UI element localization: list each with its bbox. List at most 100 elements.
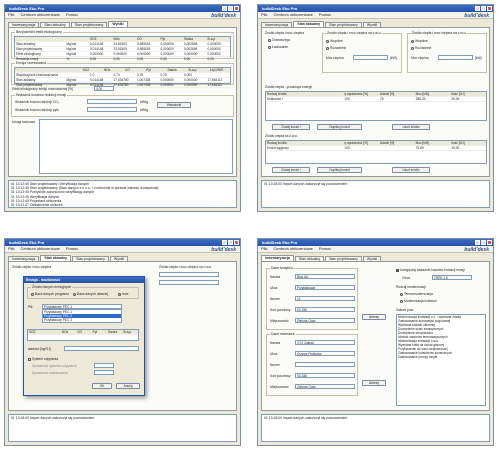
checkbox-icon[interactable]: [28, 357, 31, 361]
dust-system-checkbox[interactable]: System odpylania: [28, 357, 58, 361]
addresses-button[interactable]: Adresy: [362, 380, 386, 386]
radio-other[interactable]: Inne: [118, 292, 128, 296]
delete-source-button[interactable]: Usuń źródło: [392, 167, 430, 173]
indicators-button[interactable]: Wskaźniki: [157, 102, 191, 108]
menu-item[interactable]: Pomoc: [66, 12, 78, 17]
minimize-icon[interactable]: [475, 6, 480, 11]
radio-icon[interactable]: [411, 46, 414, 50]
add-boiler-button[interactable]: Dodaj kocioł i: [272, 124, 310, 130]
cost-checkbox[interactable]: Uwzględnij wskaźnik kosztów redukcji emi…: [396, 268, 465, 272]
menu-item[interactable]: Plik: [8, 12, 14, 17]
dialog-title: Emisja - możliwości: [24, 277, 144, 283]
menu-item[interactable]: Centrum obliczeniowe: [273, 246, 312, 251]
delete-source-button[interactable]: Usuń źródło: [392, 124, 430, 130]
radio-shared[interactable]: Wspólne: [326, 39, 343, 43]
menu-item[interactable]: Pomoc: [66, 246, 78, 251]
header-cell: NOx: [113, 37, 120, 41]
field-input[interactable]: Krzywa Podkowa: [295, 351, 355, 356]
table-row[interactable]: Kotłownia i 100 75 356,25 25,00: [266, 97, 486, 102]
menu-item[interactable]: Centrum obliczeniowe: [20, 246, 59, 251]
maximize-icon[interactable]: [481, 240, 486, 245]
menu-item[interactable]: Centrum obliczeniowe: [20, 12, 59, 17]
menu-item[interactable]: Centrum obliczeniowe: [273, 12, 312, 17]
radio-shared[interactable]: Wspólne: [411, 39, 428, 43]
minimize-icon[interactable]: [475, 240, 480, 245]
minimize-icon[interactable]: [222, 240, 227, 245]
radio-icon[interactable]: [268, 45, 271, 49]
radio-separate[interactable]: Rozdzielne: [411, 46, 431, 50]
maximize-icon[interactable]: [228, 240, 233, 245]
table-row[interactable]: Kocioł węglowy 100 75,89 15,00: [266, 146, 486, 151]
radio-icon[interactable]: [73, 292, 76, 296]
bg-field[interactable]: [159, 272, 219, 277]
list-item[interactable]: Przykładowy PEC 3: [43, 318, 121, 322]
table-cell: 0,000000: [160, 42, 174, 46]
menu-item[interactable]: Pomoc: [319, 12, 331, 17]
close-icon[interactable]: [487, 6, 492, 11]
close-icon[interactable]: [234, 240, 239, 245]
bg-field[interactable]: [159, 280, 219, 285]
radio-thermo[interactable]: Termomodernizacja: [400, 292, 433, 296]
header-cell: η-sprawność [%]: [344, 92, 368, 96]
radio-icon[interactable]: [411, 39, 414, 43]
table-cell: 75: [379, 97, 384, 101]
radio-program-db[interactable]: Baza danych programu: [31, 292, 69, 296]
notes-label: Uwagi końcowe: [12, 120, 36, 124]
close-icon[interactable]: [487, 240, 492, 245]
field-input[interactable]: [295, 362, 355, 367]
radio-separate[interactable]: Rozdzielne: [326, 46, 346, 50]
menu-item[interactable]: Plik: [8, 246, 14, 251]
field-input[interactable]: 00-336: [295, 373, 355, 378]
radio-icon[interactable]: [326, 46, 329, 50]
radio-boiler[interactable]: Modernizacja kotłowni: [400, 299, 436, 303]
menu-item[interactable]: Plik: [261, 246, 267, 251]
logo: build’desk: [211, 247, 236, 253]
source-option[interactable]: Grzewczego: [268, 38, 290, 42]
table-cell: 0,000000: [184, 83, 198, 87]
field-input[interactable]: 12: [295, 296, 355, 301]
checkbox-icon[interactable]: [396, 268, 399, 272]
addresses-button[interactable]: Adresy: [362, 314, 386, 320]
menu-item[interactable]: Pomoc: [319, 246, 331, 251]
radio-icon[interactable]: [268, 38, 271, 42]
power-field[interactable]: [353, 55, 388, 60]
value-field[interactable]: [64, 346, 139, 351]
eff-value-field[interactable]: 0,00: [94, 86, 114, 91]
eff-label: Efekt ekologiczny emisji równoważnej [%]: [12, 87, 73, 91]
maximize-icon[interactable]: [481, 6, 486, 11]
co2-cost-field[interactable]: [87, 99, 137, 104]
duplicate-boiler-button[interactable]: Duplikuj kocioł: [317, 124, 362, 130]
source-option[interactable]: Ładowanie: [268, 45, 288, 49]
radio-icon[interactable]: [326, 39, 329, 43]
radio-icon[interactable]: [118, 292, 121, 296]
desulf-field[interactable]: [94, 370, 114, 375]
duplicate-boiler-button[interactable]: Duplikuj kocioł: [317, 167, 362, 173]
scope-list[interactable]: Modernizacja instalacji c.o. / wymiana ź…: [396, 314, 486, 406]
minimize-icon[interactable]: [222, 6, 227, 11]
field-input[interactable]: 00-336: [295, 307, 355, 312]
ok-button[interactable]: OK: [92, 383, 112, 389]
field-input[interactable]: Przykładowa: [295, 285, 355, 290]
current-state-panel: Źródło ciepła i moc cieplna Grzewczego Ł…: [261, 27, 490, 177]
field-input[interactable]: Blok 8A: [295, 274, 355, 279]
table-row[interactable]: Redukcja emisji% 0,00 0,00 0,00 0,00 0,00 0,00: [15, 57, 230, 62]
price-field[interactable]: TREE.1.5: [432, 275, 472, 280]
pec-dropdown-list[interactable]: Przykładowy PEC 1 Przykładowy PEC 2 Przy…: [42, 309, 122, 323]
add-boiler-button[interactable]: Dodaj kocioł i: [272, 167, 310, 173]
radio-icon[interactable]: [400, 292, 403, 296]
field-input[interactable]: XYZ Zakład: [295, 340, 355, 345]
dust-cost-field[interactable]: [87, 107, 137, 112]
field-input[interactable]: Zielona Góra: [295, 384, 355, 389]
close-icon[interactable]: [234, 6, 239, 11]
eff-field[interactable]: [94, 363, 114, 368]
radio-icon[interactable]: [400, 299, 403, 303]
cancel-button[interactable]: Anuluj: [116, 383, 140, 389]
field-input[interactable]: Zielona Góra: [295, 318, 355, 323]
radio-own-db[interactable]: Baza danych własnej: [73, 292, 108, 296]
menu-item[interactable]: Plik: [261, 12, 267, 17]
radio-icon[interactable]: [31, 292, 34, 296]
power-field[interactable]: [438, 55, 473, 60]
notes-textarea[interactable]: [39, 119, 233, 174]
scope-item[interactable]: Zastosowanie pompy ciepła: [397, 355, 485, 359]
maximize-icon[interactable]: [228, 6, 233, 11]
